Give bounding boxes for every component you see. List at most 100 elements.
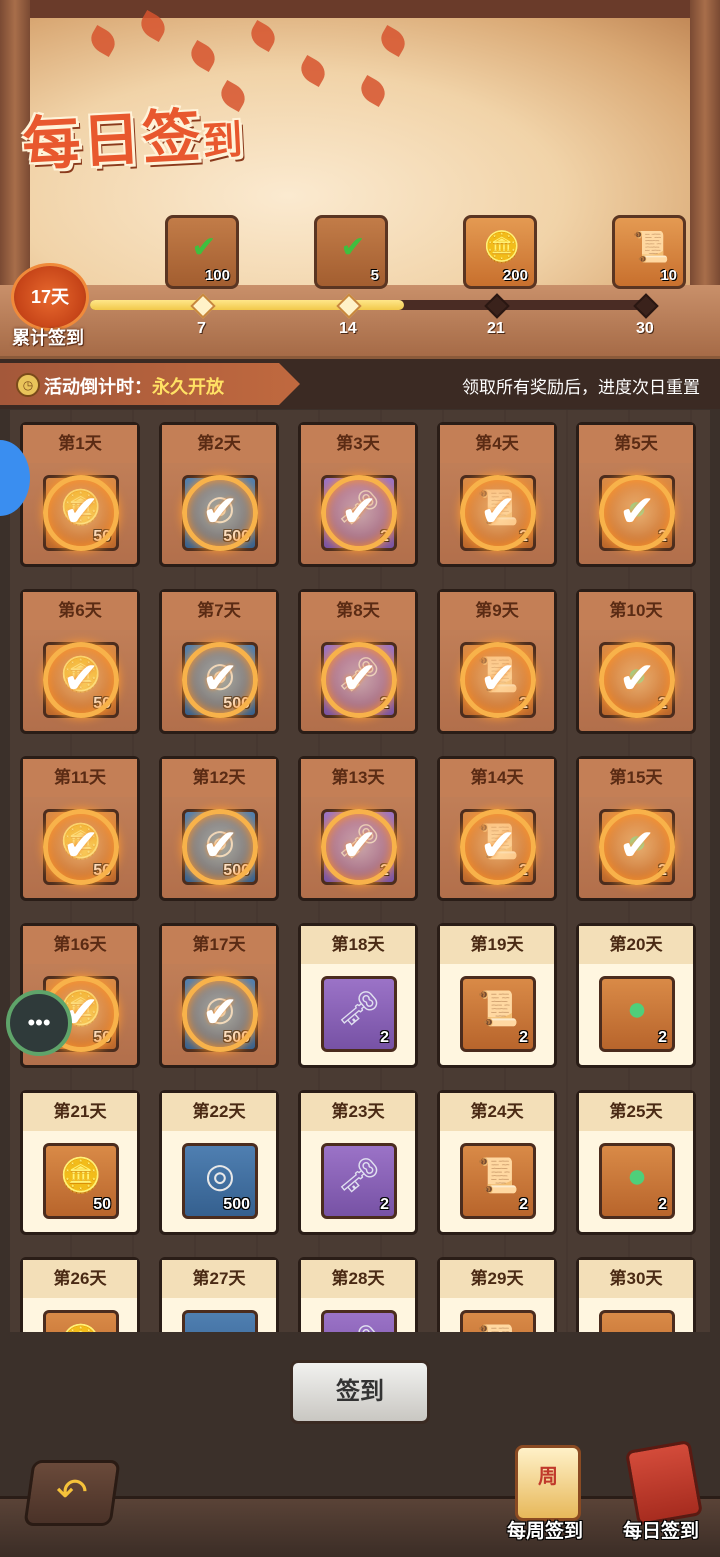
- claimed-check-icon: [321, 809, 397, 885]
- banner-floor: [0, 285, 720, 356]
- day-label: 第19天: [440, 926, 554, 964]
- day-label: 第6天: [23, 592, 137, 630]
- reward-item: 📜2: [460, 976, 536, 1052]
- day-cell[interactable]: 第9天📜2: [437, 589, 557, 734]
- day-label: 第27天: [162, 1260, 276, 1298]
- milestone-day-label: 7: [197, 320, 206, 337]
- day-cell[interactable]: 第10天●2: [576, 589, 696, 734]
- milestone-count: 100: [204, 267, 230, 284]
- claimed-check-icon: [43, 475, 119, 551]
- day-label: 第26天: [23, 1260, 137, 1298]
- day-cell[interactable]: 第1天🪙50: [20, 422, 140, 567]
- reward-item: ◎: [182, 1310, 258, 1332]
- day-label: 第13天: [301, 759, 415, 797]
- milestone-reward-30[interactable]: 📜 10: [612, 215, 688, 289]
- gold-ingot-icon: 🪙: [483, 231, 521, 264]
- reward-count: 50: [93, 1196, 111, 1213]
- day-label: 第25天: [579, 1093, 693, 1131]
- claimed-check-icon: [182, 475, 258, 551]
- day-cell[interactable]: 第21天 🪙 50: [20, 1090, 140, 1235]
- scroll-badge-icon: 📜: [476, 990, 520, 1028]
- milestone-box: ✔ 5: [314, 215, 388, 289]
- milestone-count: 200: [502, 267, 528, 284]
- day-cell[interactable]: 第27天 ◎: [159, 1257, 279, 1332]
- day-cell[interactable]: 第8天🗝2: [298, 589, 418, 734]
- day-label: 第24天: [440, 1093, 554, 1131]
- day-cell[interactable]: 第29天 📜: [437, 1257, 557, 1332]
- nav-weekly-signin[interactable]: 周 每周签到: [490, 1440, 600, 1550]
- day-cell[interactable]: 第11天🪙50: [20, 756, 140, 901]
- day-cell[interactable]: 第20天 ● 2: [576, 923, 696, 1068]
- back-button[interactable]: ↶: [23, 1460, 121, 1526]
- milestone-day-label: 30: [636, 320, 654, 337]
- day-label: 第14天: [440, 759, 554, 797]
- green-check-box-icon: ✔: [191, 231, 217, 264]
- milestone-box: 📜 10: [612, 215, 686, 289]
- nav-daily-label: 每日签到: [622, 1521, 699, 1542]
- daily-calendar-icon: [624, 1439, 704, 1527]
- reward-item: 🗝2: [321, 976, 397, 1052]
- day-cell[interactable]: 第18天 🗝 2: [298, 923, 418, 1068]
- milestone-day-label: 21: [487, 320, 505, 337]
- countdown-label: 活动倒计时：: [44, 377, 152, 397]
- green-check-scroll-icon: ✔: [340, 231, 366, 264]
- day-cell[interactable]: 第6天🪙50: [20, 589, 140, 734]
- day-label: 第12天: [162, 759, 276, 797]
- day-cell[interactable]: 第19天 📜 2: [437, 923, 557, 1068]
- milestone-reward-21[interactable]: 🪙 200: [463, 215, 539, 289]
- clock-icon: ◷: [16, 373, 40, 397]
- day-cell[interactable]: 第24天 📜 2: [437, 1090, 557, 1235]
- day-cell[interactable]: 第3天🗝2: [298, 422, 418, 567]
- signin-button[interactable]: 签到: [290, 1360, 430, 1424]
- day-cell[interactable]: 第7天◎500: [159, 589, 279, 734]
- day-cell[interactable]: 第12天◎500: [159, 756, 279, 901]
- day-cell[interactable]: 第14天📜2: [437, 756, 557, 901]
- claimed-check-icon: [182, 976, 258, 1052]
- reward-item: 🪙: [43, 1310, 119, 1332]
- day-cell[interactable]: 第13天🗝2: [298, 756, 418, 901]
- day-label: 第4天: [440, 425, 554, 463]
- reward-item: 🪙50: [43, 1143, 119, 1219]
- nav-daily-signin[interactable]: 每日签到: [606, 1439, 716, 1550]
- milestone-reward-14[interactable]: ✔ 5: [314, 215, 390, 289]
- countdown-tag: ◷ 活动倒计时：永久开放: [0, 363, 300, 405]
- green-orb-icon: ●: [602, 1321, 672, 1332]
- page-title: 每日签到: [20, 103, 246, 178]
- reward-item: 🗝2: [321, 1143, 397, 1219]
- scroll-badge-icon: 📜: [632, 231, 670, 264]
- reward-count: 2: [658, 1029, 667, 1046]
- day-cell[interactable]: 第22天 ◎ 500: [159, 1090, 279, 1235]
- day-cell[interactable]: 第28天 🗝: [298, 1257, 418, 1332]
- milestone-box: 🪙 200: [463, 215, 537, 289]
- milestone-count: 5: [370, 267, 379, 284]
- reward-item: ●: [599, 1310, 675, 1332]
- reward-item: 📜: [460, 1310, 536, 1332]
- day-grid[interactable]: 第1天🪙50第2天◎500第3天🗝2第4天📜2第5天●2第6天🪙50第7天◎50…: [10, 410, 710, 1332]
- scroll-badge-icon: 📜: [476, 1157, 520, 1195]
- reset-note: 领取所有奖励后，进度次日重置: [462, 378, 700, 397]
- claimed-check-icon: [460, 642, 536, 718]
- scroll-badge-icon: 📜: [463, 1321, 533, 1332]
- chat-bubble-icon[interactable]: •••: [6, 990, 72, 1056]
- key-icon: 🗝: [337, 1157, 381, 1195]
- day-cell[interactable]: 第5天●2: [576, 422, 696, 567]
- day-cell[interactable]: 第23天 🗝 2: [298, 1090, 418, 1235]
- nav-weekly-label: 每周签到: [506, 1521, 583, 1542]
- day-cell[interactable]: 第2天◎500: [159, 422, 279, 567]
- day-cell[interactable]: 第15天●2: [576, 756, 696, 901]
- day-cell[interactable]: 第26天 🪙: [20, 1257, 140, 1332]
- day-cell[interactable]: 第25天 ● 2: [576, 1090, 696, 1235]
- day-cell[interactable]: 第17天◎500: [159, 923, 279, 1068]
- claimed-check-icon: [460, 475, 536, 551]
- day-label: 第29天: [440, 1260, 554, 1298]
- day-label: 第11天: [23, 759, 137, 797]
- day-label: 第9天: [440, 592, 554, 630]
- day-cell[interactable]: 第30天 ●: [576, 1257, 696, 1332]
- milestone-reward-7[interactable]: ✔ 100: [165, 215, 241, 289]
- day-cell[interactable]: 第4天📜2: [437, 422, 557, 567]
- reward-item: ◎500: [182, 1143, 258, 1219]
- claimed-check-icon: [599, 642, 675, 718]
- reward-count: 2: [658, 1196, 667, 1213]
- milestone-count: 10: [660, 267, 677, 284]
- milestone-box: ✔ 100: [165, 215, 239, 289]
